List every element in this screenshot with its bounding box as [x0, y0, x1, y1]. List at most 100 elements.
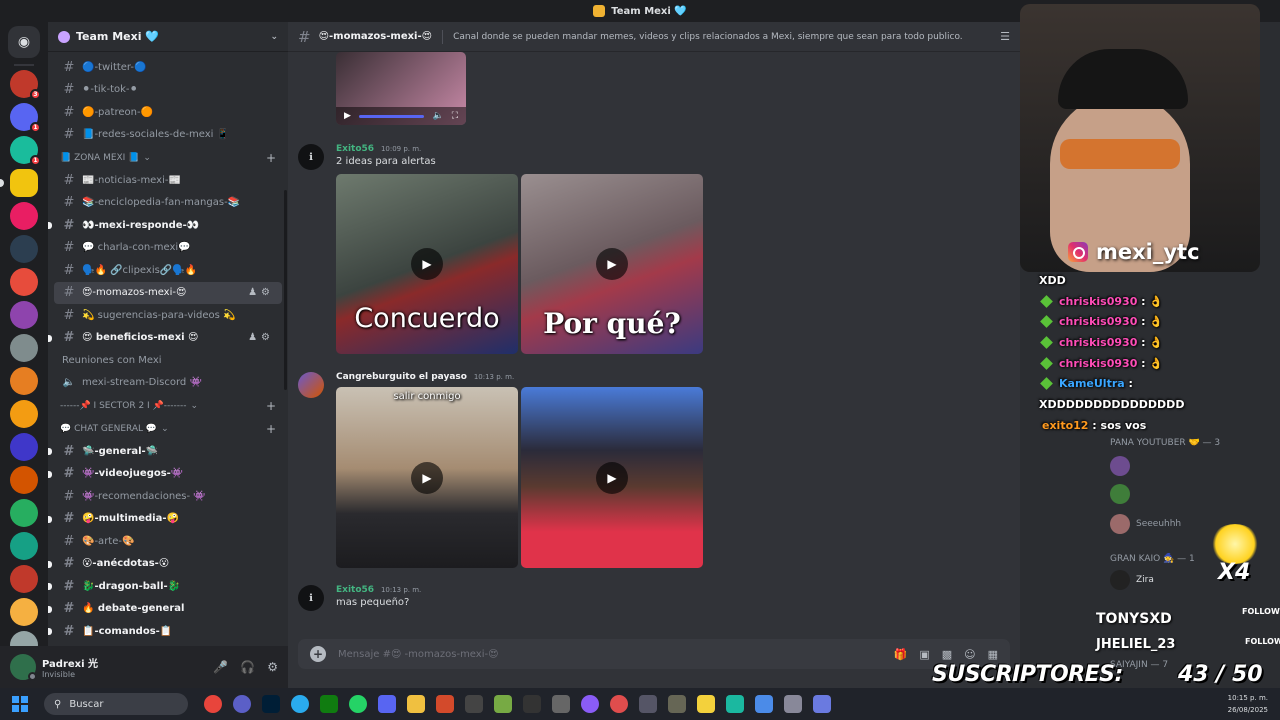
channel-item[interactable]: # 💬 charla-con-mexi💬	[54, 237, 282, 260]
play-icon[interactable]: ▶	[344, 111, 351, 121]
server-icon[interactable]	[10, 433, 38, 461]
category-chat-general[interactable]: 💬 CHAT GENERAL 💬 ⌄ +	[54, 417, 282, 440]
server-icon[interactable]	[10, 532, 38, 560]
vivaldi-icon[interactable]	[232, 695, 251, 713]
message-composer[interactable]: + Mensaje #😍 -momazos-mexi-😍 🎁 ▣ ▩ ☺ ▦	[298, 639, 1010, 669]
xbox-icon[interactable]	[319, 695, 338, 713]
add-channel-icon[interactable]: +	[266, 422, 276, 436]
message-author[interactable]: Exito56	[336, 585, 374, 595]
discord-home-icon[interactable]: ◉	[8, 26, 40, 58]
app-icon[interactable]	[493, 695, 512, 713]
sidebar-scrollbar[interactable]	[284, 190, 287, 390]
avatar[interactable]: ℹ	[298, 144, 324, 170]
headphones-icon[interactable]: 🎧	[240, 660, 255, 674]
app-icon[interactable]	[754, 695, 773, 713]
channel-item-unread[interactable]: # 📋-comandos-📋	[48, 620, 282, 643]
play-icon[interactable]: ▶	[596, 248, 628, 280]
voice-channel[interactable]: Reuniones con Mexi	[54, 349, 282, 372]
photoshop-icon[interactable]	[261, 695, 280, 713]
server-icon[interactable]	[10, 235, 38, 263]
category-sector-2[interactable]: ------📌 I SECTOR 2 I 📌------- ⌄ +	[54, 394, 282, 417]
app-icon[interactable]	[696, 695, 715, 713]
server-icon[interactable]	[10, 367, 38, 395]
channel-item-active[interactable]: # 😍-momazos-mexi-😍 ♟⚙	[54, 281, 282, 304]
channel-item-unread[interactable]: # 🐉-dragon-ball-🐉	[48, 575, 282, 598]
app-icon[interactable]	[522, 695, 541, 713]
chevron-down-icon[interactable]: ⌄	[270, 32, 278, 42]
play-icon[interactable]: ▶	[411, 248, 443, 280]
message-input[interactable]: Mensaje #😍 -momazos-mexi-😍	[338, 649, 499, 660]
telegram-icon[interactable]	[290, 695, 309, 713]
server-icon[interactable]	[10, 202, 38, 230]
server-icon[interactable]	[10, 334, 38, 362]
channel-item[interactable]: # 🟠-patreon-🟠	[54, 101, 282, 124]
video-attachment[interactable]: ▶	[521, 387, 703, 568]
list-item[interactable]	[1110, 456, 1136, 476]
microphone-icon[interactable]: 🎤	[213, 660, 228, 674]
server-icon[interactable]	[10, 400, 38, 428]
apps-icon[interactable]: ▦	[988, 648, 998, 661]
video-attachment[interactable]: salir conmigo ▶	[336, 387, 518, 568]
app-icon[interactable]	[609, 695, 628, 713]
server-icon[interactable]	[10, 466, 38, 494]
server-icon[interactable]	[10, 565, 38, 593]
category-zona-mexi[interactable]: 📘 ZONA MEXI 📘 ⌄ +	[54, 146, 282, 169]
channel-item-unread[interactable]: # 🛸-general-🛸	[48, 440, 282, 463]
taskbar-search[interactable]: ⚲ Buscar	[44, 693, 188, 715]
video-attachment[interactable]: ▶ Por qué?	[521, 174, 703, 354]
channel-item[interactable]: # 👾-recomendaciones- 👾	[54, 485, 282, 508]
channel-settings-icon[interactable]: ♟⚙	[248, 332, 274, 343]
gif-icon[interactable]: ▣	[919, 648, 929, 661]
volume-icon[interactable]: 🔈	[432, 111, 443, 121]
app-icon[interactable]	[551, 695, 570, 713]
server-icon[interactable]	[10, 301, 38, 329]
server-icon[interactable]: 1	[10, 103, 41, 133]
server-icon-selected[interactable]	[0, 169, 38, 197]
channel-item-unread[interactable]: # 👾-videojuegos-👾	[48, 463, 282, 486]
list-item[interactable]	[1110, 484, 1136, 504]
app-icon[interactable]	[667, 695, 686, 713]
channel-item-unread[interactable]: # 🤪-multimedia-🤪	[48, 508, 282, 531]
channel-topic[interactable]: Canal donde se pueden mandar memes, vide…	[453, 32, 963, 42]
list-item[interactable]: Zira	[1110, 570, 1154, 590]
emoji-icon[interactable]: ☺	[964, 648, 975, 661]
message-author[interactable]: Exito56	[336, 144, 374, 154]
sticker-icon[interactable]: ▩	[942, 648, 952, 661]
whatsapp-icon[interactable]	[348, 695, 367, 713]
app-icon[interactable]	[580, 695, 599, 713]
server-icon[interactable]: 1	[10, 136, 41, 166]
avatar[interactable]	[298, 372, 324, 398]
server-icon[interactable]	[10, 268, 38, 296]
server-icon[interactable]	[10, 598, 38, 626]
threads-icon[interactable]: ☰	[1000, 30, 1010, 43]
channel-item[interactable]: # ⚫-tik-tok-⚫	[54, 79, 282, 102]
channel-item[interactable]: # 💫 sugerencias-para-videos 💫	[54, 304, 282, 327]
channel-item[interactable]: # 📰-noticias-mexi-📰	[54, 169, 282, 192]
list-item[interactable]: Seeeuhhh	[1110, 514, 1181, 534]
avatar[interactable]	[10, 654, 37, 681]
add-channel-icon[interactable]: +	[266, 151, 276, 165]
voice-channel[interactable]: 🔈 mexi-stream-Discord 👾	[54, 372, 282, 395]
video-progress[interactable]	[358, 114, 425, 118]
chrome-icon[interactable]	[203, 695, 222, 713]
video-controls[interactable]: ▶ 🔈 ⛶	[336, 107, 466, 125]
app-icon[interactable]	[638, 695, 657, 713]
channel-item[interactable]: # 🎨-arte-🎨	[54, 530, 282, 553]
avatar[interactable]: ℹ	[298, 585, 324, 611]
add-attachment-icon[interactable]: +	[310, 646, 326, 662]
message-author[interactable]: Cangreburguito el payaso	[336, 372, 467, 382]
folder-icon[interactable]	[406, 695, 425, 713]
add-channel-icon[interactable]: +	[266, 399, 276, 413]
system-clock[interactable]: 10:15 p. m. 26/08/2025	[1228, 692, 1268, 716]
server-icon[interactable]	[10, 499, 38, 527]
video-attachment[interactable]: ▶ Concuerdo	[336, 174, 518, 354]
channel-item-unread[interactable]: # 🔥 debate-general	[48, 598, 282, 621]
channel-item[interactable]: # 📚-enciclopedia-fan-mangas-📚	[54, 192, 282, 215]
gift-icon[interactable]: 🎁	[894, 648, 908, 661]
windows-start-icon[interactable]	[12, 696, 28, 712]
app-icon[interactable]	[725, 695, 744, 713]
discord-icon[interactable]	[377, 695, 396, 713]
user-info[interactable]: Padrexi 光 Invisible	[42, 655, 98, 679]
play-icon[interactable]: ▶	[596, 461, 628, 494]
fullscreen-icon[interactable]: ⛶	[452, 111, 458, 121]
